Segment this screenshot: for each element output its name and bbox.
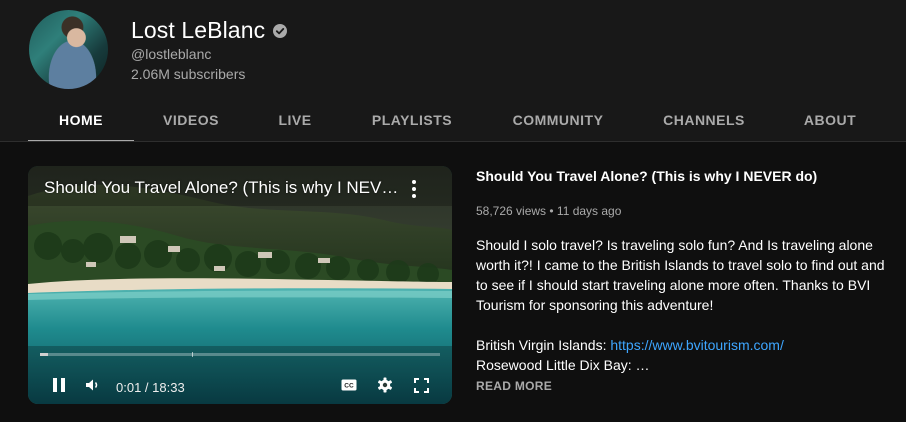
bvi-label: British Virgin Islands:: [476, 337, 611, 353]
channel-tabs: HOME VIDEOS LIVE PLAYLISTS COMMUNITY CHA…: [0, 98, 906, 142]
svg-text:CC: CC: [344, 383, 354, 390]
pause-button[interactable]: [48, 374, 70, 396]
progress-bar[interactable]: [40, 352, 440, 357]
chapter-marker: [192, 352, 193, 357]
read-more-button[interactable]: READ MORE: [476, 379, 552, 393]
tab-playlists[interactable]: PLAYLISTS: [354, 98, 470, 142]
description-text: Should I solo travel? Is traveling solo …: [476, 237, 885, 313]
channel-avatar[interactable]: [29, 10, 108, 89]
channel-home-content: Should You Travel Alone? (This is why I …: [0, 142, 906, 422]
video-meta: 58,726 views • 11 days ago: [476, 204, 622, 218]
tab-home[interactable]: HOME: [28, 98, 134, 142]
channel-name-row: Lost LeBlanc: [131, 17, 288, 44]
channel-handle: @lostleblanc: [131, 46, 212, 62]
settings-icon: [378, 377, 392, 393]
verified-icon: [273, 23, 288, 38]
more-vert-icon[interactable]: [404, 179, 424, 199]
featured-video-title[interactable]: Should You Travel Alone? (This is why I …: [476, 167, 886, 185]
tab-community[interactable]: COMMUNITY: [494, 98, 622, 142]
pause-icon: [53, 378, 65, 392]
video-player[interactable]: Should You Travel Alone? (This is why I …: [28, 166, 452, 404]
time-display: 0:01 / 18:33: [116, 380, 185, 395]
tab-videos[interactable]: VIDEOS: [138, 98, 244, 142]
tab-about[interactable]: ABOUT: [782, 98, 878, 142]
subscriber-count: 2.06M subscribers: [131, 66, 246, 82]
player-overlay-title[interactable]: Should You Travel Alone? (This is why I …: [44, 178, 404, 198]
volume-button[interactable]: [82, 374, 104, 396]
video-frame: [28, 166, 452, 404]
settings-button[interactable]: [374, 374, 396, 396]
tab-channels[interactable]: CHANNELS: [644, 98, 764, 142]
tab-live[interactable]: LIVE: [242, 98, 348, 142]
channel-header: Lost LeBlanc @lostleblanc 2.06M subscrib…: [0, 0, 906, 142]
volume-icon: [86, 379, 98, 391]
captions-icon: CC: [341, 379, 357, 391]
description-bvi-line: British Virgin Islands: https://www.bvit…: [476, 335, 896, 355]
channel-name: Lost LeBlanc: [131, 17, 266, 43]
fullscreen-icon: [413, 377, 429, 393]
player-controls: 0:01 / 18:33 CC: [28, 370, 452, 400]
progress-fill: [40, 353, 48, 356]
video-description: Should I solo travel? Is traveling solo …: [476, 235, 896, 375]
captions-button[interactable]: CC: [338, 374, 360, 396]
description-rosewood-line: Rosewood Little Dix Bay: …: [476, 357, 650, 373]
fullscreen-button[interactable]: [410, 374, 432, 396]
bvi-link[interactable]: https://www.bvitourism.com/: [610, 337, 784, 353]
